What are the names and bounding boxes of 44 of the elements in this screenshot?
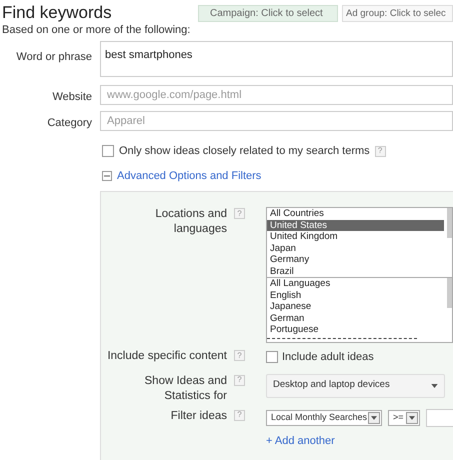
select-dropdown[interactable]: Local Monthly Searches <box>266 410 382 426</box>
list-box[interactable]: All Languages English Japanese German Portuguese <box>266 277 453 343</box>
caret-icon <box>431 384 438 388</box>
field-label: Word or phrase <box>15 50 92 65</box>
list-option[interactable]: Japanese <box>267 301 444 312</box>
dropdown-button[interactable] <box>368 412 380 424</box>
device-dropdown[interactable]: Desktop and laptop devices <box>266 374 445 398</box>
advanced-options-link[interactable]: Advanced Options and Filters <box>117 168 262 184</box>
input-field[interactable]: www.google.com/page.html <box>100 85 453 105</box>
option-label: Filter ideas <box>170 408 227 424</box>
checkbox[interactable] <box>266 351 278 364</box>
list-option[interactable]: German <box>267 312 444 324</box>
list-option[interactable]: United States <box>267 220 444 231</box>
list-option[interactable]: Japan <box>267 242 444 254</box>
subtitle: Based on one or more of the following: <box>1 23 192 37</box>
list-option[interactable]: All Countries <box>267 208 444 220</box>
checkbox[interactable] <box>102 145 114 158</box>
option-label: Locations and languages <box>154 207 227 237</box>
campaign-selector[interactable]: Campaign: Click to select <box>198 5 338 22</box>
input-field[interactable]: Apparel <box>100 110 453 130</box>
list-option[interactable]: Germany <box>267 254 444 266</box>
list-option[interactable]: Brazil <box>267 266 444 277</box>
list-box[interactable]: All Countries United States United Kingdom Japan Germany Brazil <box>266 207 453 278</box>
select-dropdown[interactable]: >= <box>388 410 420 426</box>
checkbox-label: Only show ideas closely related to my search terms <box>119 144 370 159</box>
add-another-link[interactable]: + Add another <box>266 432 335 449</box>
list-option[interactable]: Portuguese <box>267 324 444 336</box>
option-label: Include specific content <box>106 349 227 364</box>
caret-icon <box>409 416 415 420</box>
list-option[interactable]: All Languages <box>267 278 444 290</box>
field-label: Category <box>46 116 92 130</box>
caret-icon <box>371 416 377 420</box>
list-option[interactable]: United Kingdom <box>267 231 444 242</box>
page-title: Find keywords <box>2 3 113 23</box>
field-label: Website <box>51 90 92 105</box>
scrollbar[interactable] <box>447 208 452 238</box>
scrollbar[interactable] <box>447 278 452 308</box>
ad-group-selector[interactable]: Ad group: Click to selec <box>342 5 453 22</box>
dropdown-button[interactable] <box>406 412 418 424</box>
checkbox-label: Include adult ideas <box>282 350 374 365</box>
list-option[interactable]: English <box>267 290 444 301</box>
text-area[interactable]: best smartphones <box>100 41 453 77</box>
option-label: Show Ideas and Statistics for <box>144 374 227 404</box>
collapse-icon[interactable] <box>102 170 112 181</box>
